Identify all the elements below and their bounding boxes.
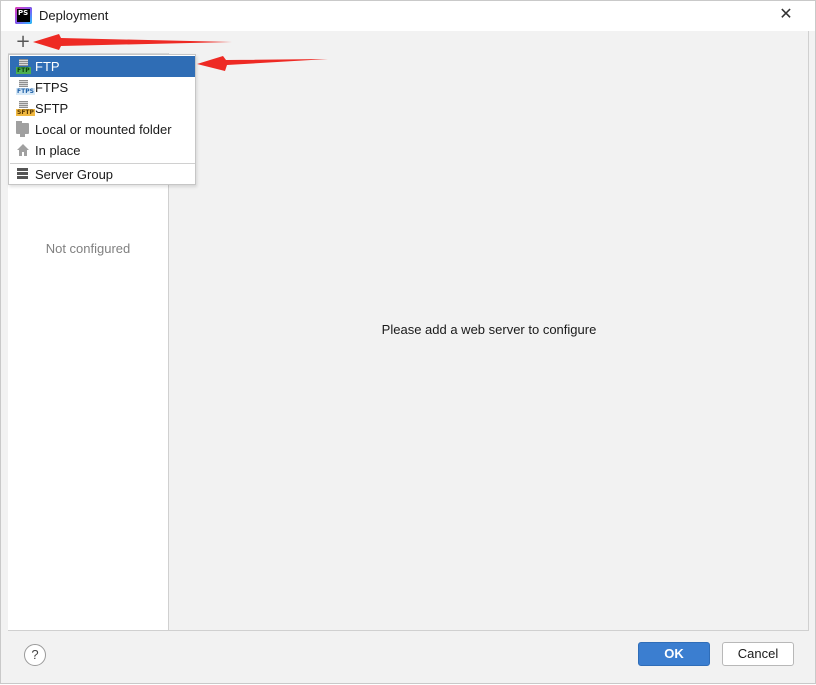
server-config-panel: Please add a web server to configure <box>170 31 808 630</box>
popup-item-local-folder[interactable]: Local or mounted folder <box>10 119 195 140</box>
popup-item-ftp[interactable]: FTP FTP <box>10 56 195 77</box>
ftp-icon-tag: FTP <box>16 67 31 74</box>
ftps-icon: FTPS <box>16 80 35 95</box>
window-title: Deployment <box>39 8 109 23</box>
phpstorm-app-icon: PS <box>15 7 32 24</box>
help-button[interactable]: ? <box>24 644 46 666</box>
empty-list-text: Not configured <box>45 241 131 256</box>
add-server-button[interactable]: + <box>15 32 31 52</box>
ftps-icon-tag: FTPS <box>16 88 35 95</box>
popup-item-label: In place <box>35 143 81 158</box>
folder-icon <box>16 121 29 137</box>
title-bar: PS Deployment ✕ <box>1 1 815 31</box>
cancel-button[interactable]: Cancel <box>722 642 794 666</box>
dialog-footer: ? OK Cancel <box>8 630 809 682</box>
app-icon-label: PS <box>17 9 30 22</box>
sftp-icon-tag: SFTP <box>16 109 35 116</box>
popup-item-server-group[interactable]: Server Group <box>10 164 195 185</box>
panel-border <box>808 31 809 631</box>
server-group-icon <box>17 168 28 179</box>
popup-item-label: FTPS <box>35 80 69 95</box>
empty-config-hint: Please add a web server to configure <box>381 322 597 337</box>
popup-item-label: Server Group <box>35 167 114 182</box>
ok-button[interactable]: OK <box>638 642 710 666</box>
close-icon[interactable]: ✕ <box>777 6 795 24</box>
ftp-icon: FTP <box>16 59 31 74</box>
popup-item-ftps[interactable]: FTPS FTPS <box>10 77 195 98</box>
popup-item-in-place[interactable]: In place <box>10 140 195 161</box>
server-list-toolbar: + <box>8 31 169 53</box>
deployment-dialog: PS Deployment ✕ + Not configured Please … <box>0 0 816 684</box>
add-server-popup: FTP FTP FTPS FTPS SFTP SFTP Local or mou… <box>8 54 196 185</box>
popup-item-label: Local or mounted folder <box>35 122 172 137</box>
popup-item-label: SFTP <box>35 101 69 116</box>
popup-item-sftp[interactable]: SFTP SFTP <box>10 98 195 119</box>
sftp-icon: SFTP <box>16 101 35 116</box>
popup-item-label: FTP <box>35 59 60 74</box>
home-icon <box>17 144 29 156</box>
